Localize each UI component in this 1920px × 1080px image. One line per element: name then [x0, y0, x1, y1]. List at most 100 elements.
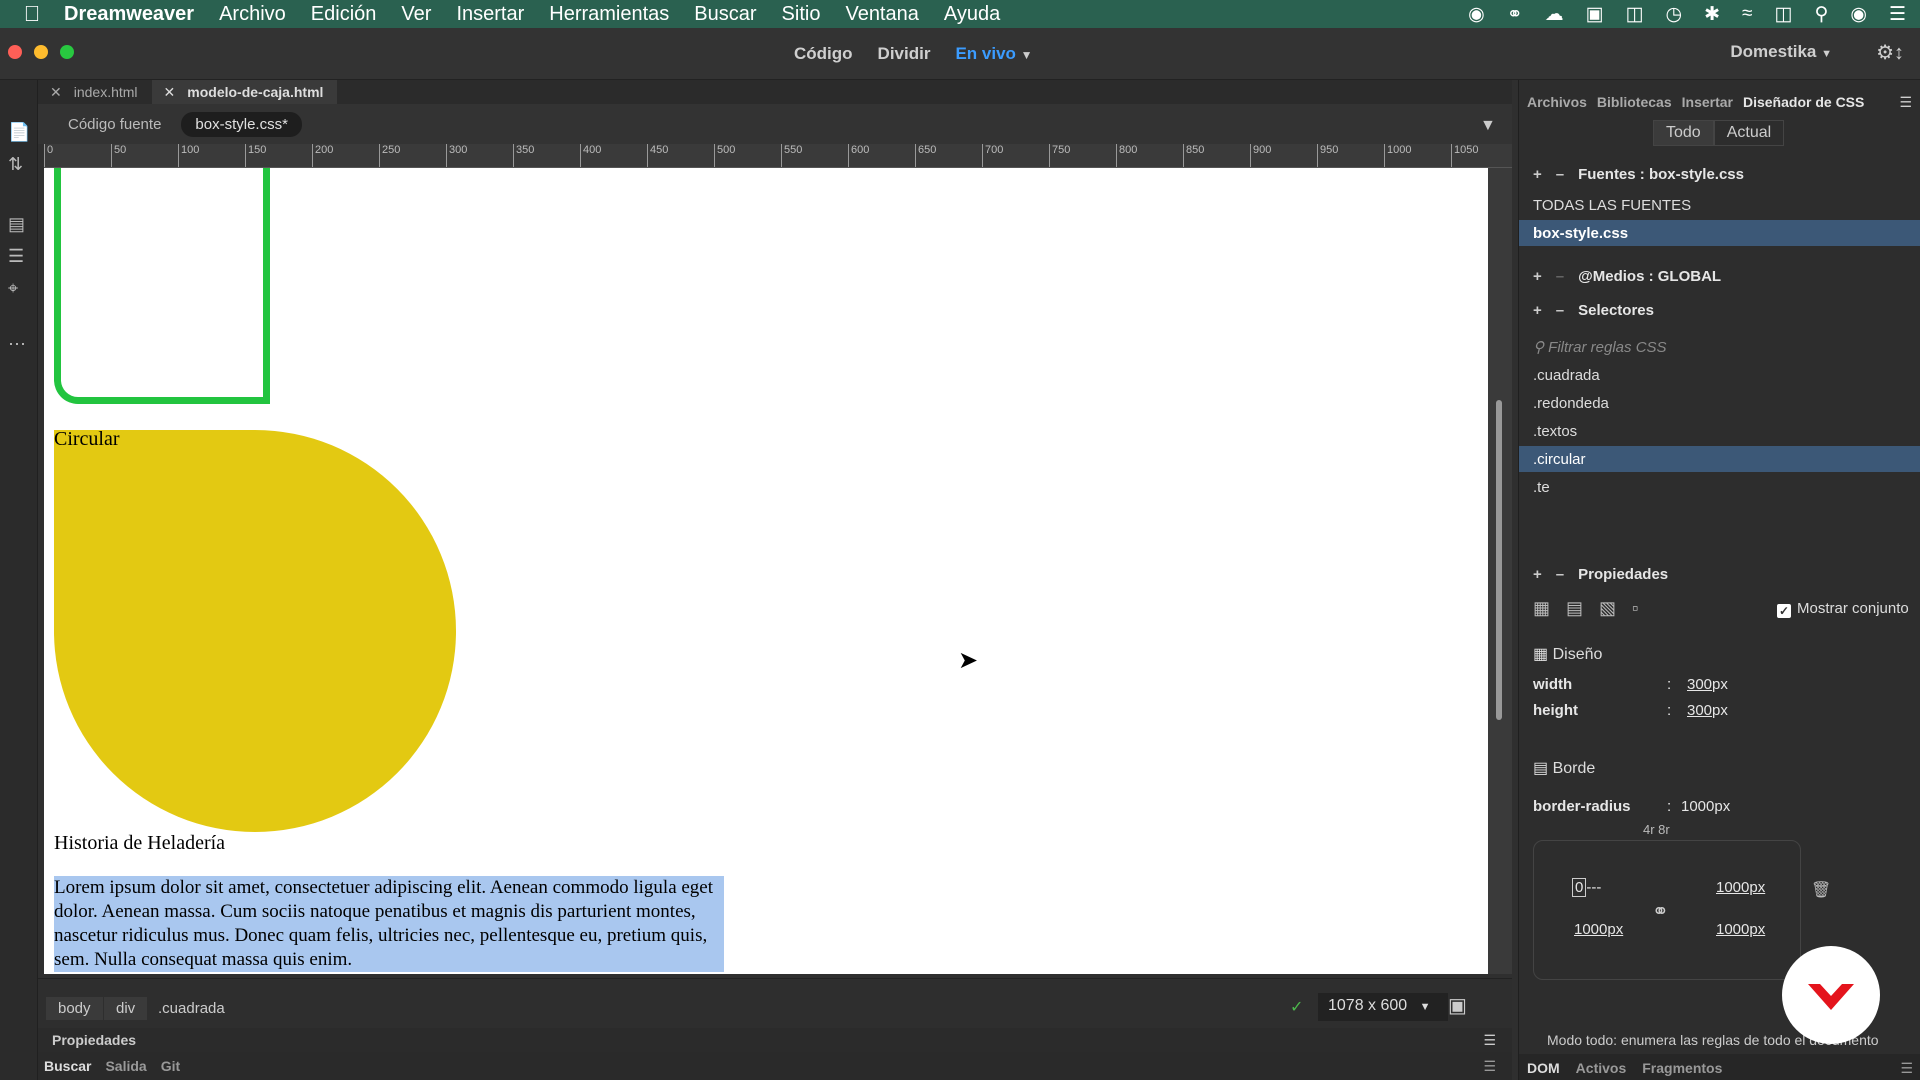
file-transfer-icon[interactable]: ⇅	[8, 154, 23, 175]
menu-ver[interactable]: Ver	[401, 3, 431, 26]
radius-bottom-left[interactable]: 1000px	[1574, 921, 1623, 938]
remove-property-icon[interactable]: –	[1556, 566, 1564, 583]
lorem-paragraph[interactable]: Lorem ipsum dolor sit amet, consectetuer…	[54, 876, 724, 972]
view-split-button[interactable]: Dividir	[878, 44, 931, 64]
source-box-style-css[interactable]: box-style.css	[1519, 220, 1920, 246]
bluetooth-icon[interactable]: ✱	[1704, 3, 1720, 26]
site-selector[interactable]: Domestika ▼	[1730, 42, 1832, 62]
tab-insertar[interactable]: Insertar	[1682, 94, 1733, 110]
menu-buscar[interactable]: Buscar	[694, 3, 756, 26]
tab-index-html[interactable]: ✕ index.html	[38, 80, 152, 104]
time-machine-icon[interactable]: ◷	[1666, 3, 1683, 26]
filter-icon[interactable]: ▼	[1480, 117, 1496, 135]
selector-redondeda[interactable]: .redondeda	[1519, 390, 1920, 416]
add-media-icon[interactable]: +	[1533, 268, 1542, 285]
filter-css-rules-input[interactable]: ⚲ Filtrar reglas CSS	[1533, 338, 1667, 356]
height-unit[interactable]: px	[1712, 702, 1728, 719]
view-code-button[interactable]: Código	[794, 44, 853, 64]
menu-edicion[interactable]: Edición	[311, 3, 377, 26]
radius-mode-toggle[interactable]: 4r 8r	[1643, 822, 1670, 837]
background-category-icon[interactable]: ▫	[1632, 598, 1638, 619]
remove-media-icon[interactable]: –	[1556, 268, 1564, 285]
notification-center-icon[interactable]: ☰	[1889, 3, 1906, 26]
vertical-scrollbar[interactable]	[1488, 168, 1512, 974]
tab-bibliotecas[interactable]: Bibliotecas	[1597, 94, 1672, 110]
menu-archivo[interactable]: Archivo	[219, 3, 286, 26]
zoom-window-button[interactable]	[60, 45, 74, 59]
window-size-dropdown[interactable]: 1078 x 600 ▼	[1318, 993, 1448, 1021]
record-icon[interactable]: ◉	[1468, 3, 1485, 26]
spotlight-search-icon[interactable]: ⚲	[1814, 3, 1828, 26]
show-set-checkbox[interactable]: ✓ Mostrar conjunto	[1777, 600, 1909, 618]
radius-bottom-right[interactable]: 1000px	[1716, 921, 1765, 938]
radius-top-right[interactable]: 1000px	[1716, 879, 1765, 896]
related-box-style-css[interactable]: box-style.css*	[181, 111, 302, 137]
responsive-preview-icon[interactable]: ▣	[1448, 993, 1467, 1018]
target-icon[interactable]: ⌖	[8, 278, 18, 299]
add-source-icon[interactable]: +	[1533, 166, 1542, 183]
tag-selector-cuadrada[interactable]: .cuadrada	[146, 997, 237, 1020]
panel-menu-icon[interactable]: ☰	[1483, 1032, 1496, 1049]
close-tab-icon[interactable]: ✕	[50, 84, 62, 101]
menu-ventana[interactable]: Ventana	[845, 3, 918, 26]
cuadrada-box[interactable]	[54, 168, 270, 404]
display-icon[interactable]: ◫	[1626, 3, 1644, 26]
circular-shape[interactable]	[54, 430, 456, 832]
tab-dom[interactable]: DOM	[1527, 1060, 1560, 1076]
tab-fragmentos[interactable]: Fragmentos	[1642, 1060, 1722, 1076]
tab-modelo-de-caja-html[interactable]: ✕ modelo-de-caja.html	[151, 80, 338, 104]
trash-icon[interactable]: 🗑	[1811, 880, 1831, 900]
battery-icon[interactable]: ◫	[1774, 3, 1792, 26]
height-value[interactable]: 300px	[1687, 702, 1728, 719]
app-icon[interactable]: ▣	[1586, 3, 1604, 26]
menu-ayuda[interactable]: Ayuda	[944, 3, 1000, 26]
radius-top-left[interactable]: 0 ---	[1572, 878, 1601, 897]
toggle-todo[interactable]: Todo	[1653, 120, 1714, 146]
wifi-icon[interactable]: ≈	[1742, 3, 1752, 25]
menu-herramientas[interactable]: Herramientas	[549, 3, 669, 26]
tab-activos[interactable]: Activos	[1576, 1060, 1627, 1076]
tab-buscar[interactable]: Buscar	[44, 1058, 91, 1074]
more-tools-icon[interactable]: ⋯	[8, 334, 26, 355]
creative-cloud-icon[interactable]: ⚭	[1507, 3, 1523, 26]
add-property-icon[interactable]: +	[1533, 566, 1542, 583]
related-source-code[interactable]: Código fuente	[68, 116, 161, 133]
settings-gear-icon[interactable]: ⚙↕	[1876, 40, 1904, 65]
minimize-window-button[interactable]	[34, 45, 48, 59]
border-radius-value[interactable]: 1000px	[1681, 798, 1730, 815]
width-value[interactable]: 300px	[1687, 676, 1728, 693]
close-window-button[interactable]	[8, 45, 22, 59]
text-category-icon[interactable]: ▤	[1566, 598, 1583, 619]
tag-selector-div[interactable]: div	[104, 997, 148, 1020]
menu-app[interactable]: Dreamweaver	[64, 3, 194, 26]
history-heading[interactable]: Historia de Heladería	[54, 832, 225, 855]
tab-salida[interactable]: Salida	[105, 1058, 146, 1074]
menu-sitio[interactable]: Sitio	[782, 3, 821, 26]
selector-circular[interactable]: .circular	[1519, 446, 1920, 472]
open-document-icon[interactable]: 📄	[8, 122, 30, 143]
chevron-down-icon[interactable]: ▼	[1021, 48, 1033, 62]
cloud-icon[interactable]: ☁	[1545, 3, 1564, 26]
apple-icon[interactable]: 	[0, 1, 64, 27]
add-selector-icon[interactable]: +	[1533, 302, 1542, 319]
format-source-icon[interactable]: ☰	[8, 246, 24, 267]
panel-menu-icon[interactable]: ☰	[1483, 1058, 1496, 1075]
panel-menu-icon[interactable]: ☰	[1899, 94, 1912, 111]
layout-category-icon[interactable]: ▦	[1533, 598, 1550, 619]
view-live-button[interactable]: En vivo ▼	[955, 44, 1032, 64]
source-all[interactable]: TODAS LAS FUENTES	[1519, 192, 1920, 218]
properties-panel-header[interactable]: Propiedades ☰	[38, 1028, 1512, 1052]
panel-menu-icon[interactable]: ☰	[1900, 1060, 1913, 1077]
toggle-actual[interactable]: Actual	[1713, 120, 1785, 146]
live-inspect-icon[interactable]: ▤	[8, 214, 25, 235]
menu-insertar[interactable]: Insertar	[456, 3, 524, 26]
close-tab-icon[interactable]: ✕	[164, 84, 176, 101]
live-view-canvas[interactable]: Circular Historia de Heladería Lorem ips…	[44, 168, 1488, 974]
selector-cuadrada[interactable]: .cuadrada	[1519, 362, 1920, 388]
width-unit[interactable]: px	[1712, 676, 1728, 693]
siri-icon[interactable]: ◉	[1850, 3, 1867, 26]
selector-te[interactable]: .te	[1519, 474, 1920, 500]
border-category-icon[interactable]: ▧	[1599, 598, 1616, 619]
selector-textos[interactable]: .textos	[1519, 418, 1920, 444]
tab-css-designer[interactable]: Diseñador de CSS	[1743, 94, 1864, 110]
